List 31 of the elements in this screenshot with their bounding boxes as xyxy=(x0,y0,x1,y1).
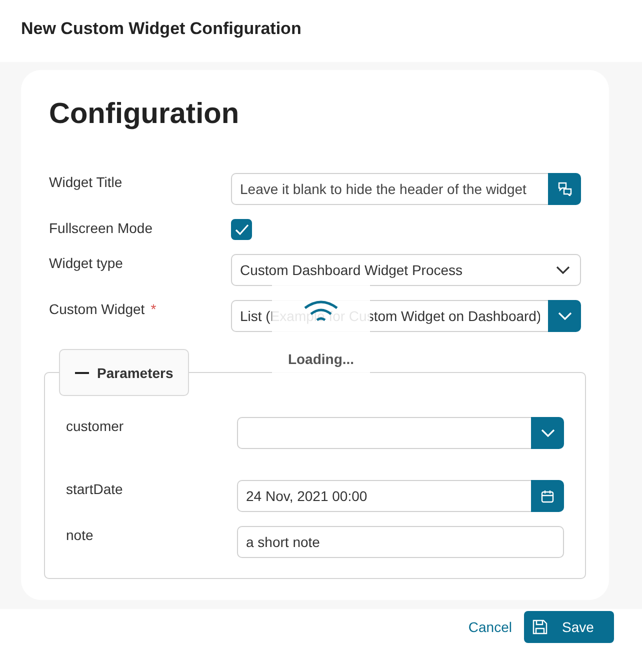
field-label: customer xyxy=(66,417,125,435)
customer-input[interactable] xyxy=(237,417,531,449)
chevron-down-icon xyxy=(540,429,554,437)
dropdown-button[interactable] xyxy=(548,300,581,332)
field-label: Custom Widget xyxy=(49,300,145,318)
field-label: Widget type xyxy=(49,254,123,272)
date-input[interactable]: 24 Nov, 2021 00:00 xyxy=(237,480,531,512)
calendar-button[interactable] xyxy=(531,480,564,512)
required-mark: * xyxy=(150,300,156,318)
chevron-down-icon xyxy=(556,266,570,274)
field-label: startDate xyxy=(66,480,124,498)
fullscreen-checkbox[interactable] xyxy=(231,219,252,240)
dropdown-button[interactable] xyxy=(531,417,564,449)
parameters-toggle[interactable]: Parameters xyxy=(59,349,190,396)
translate-icon xyxy=(558,182,572,196)
widget-title-input[interactable]: Leave it blank to hide the header of the widget xyxy=(231,173,548,205)
card-heading: Configuration xyxy=(49,97,240,132)
note-input[interactable]: a short note xyxy=(237,526,564,558)
loading-text: Loading... xyxy=(288,351,354,367)
cancel-link[interactable]: Cancel xyxy=(468,611,512,643)
save-button[interactable]: Save xyxy=(524,611,614,643)
field-label: Fullscreen Mode xyxy=(49,219,152,237)
chevron-down-icon xyxy=(558,312,572,320)
floppy-disk-icon xyxy=(532,619,548,635)
check-icon xyxy=(234,224,248,236)
dialog-title: New Custom Widget Configuration xyxy=(21,19,302,38)
field-label: Widget Title xyxy=(49,173,122,191)
minus-icon xyxy=(75,372,89,374)
field-label: note xyxy=(66,526,94,544)
translate-button[interactable] xyxy=(548,173,581,205)
calendar-icon xyxy=(541,490,554,502)
